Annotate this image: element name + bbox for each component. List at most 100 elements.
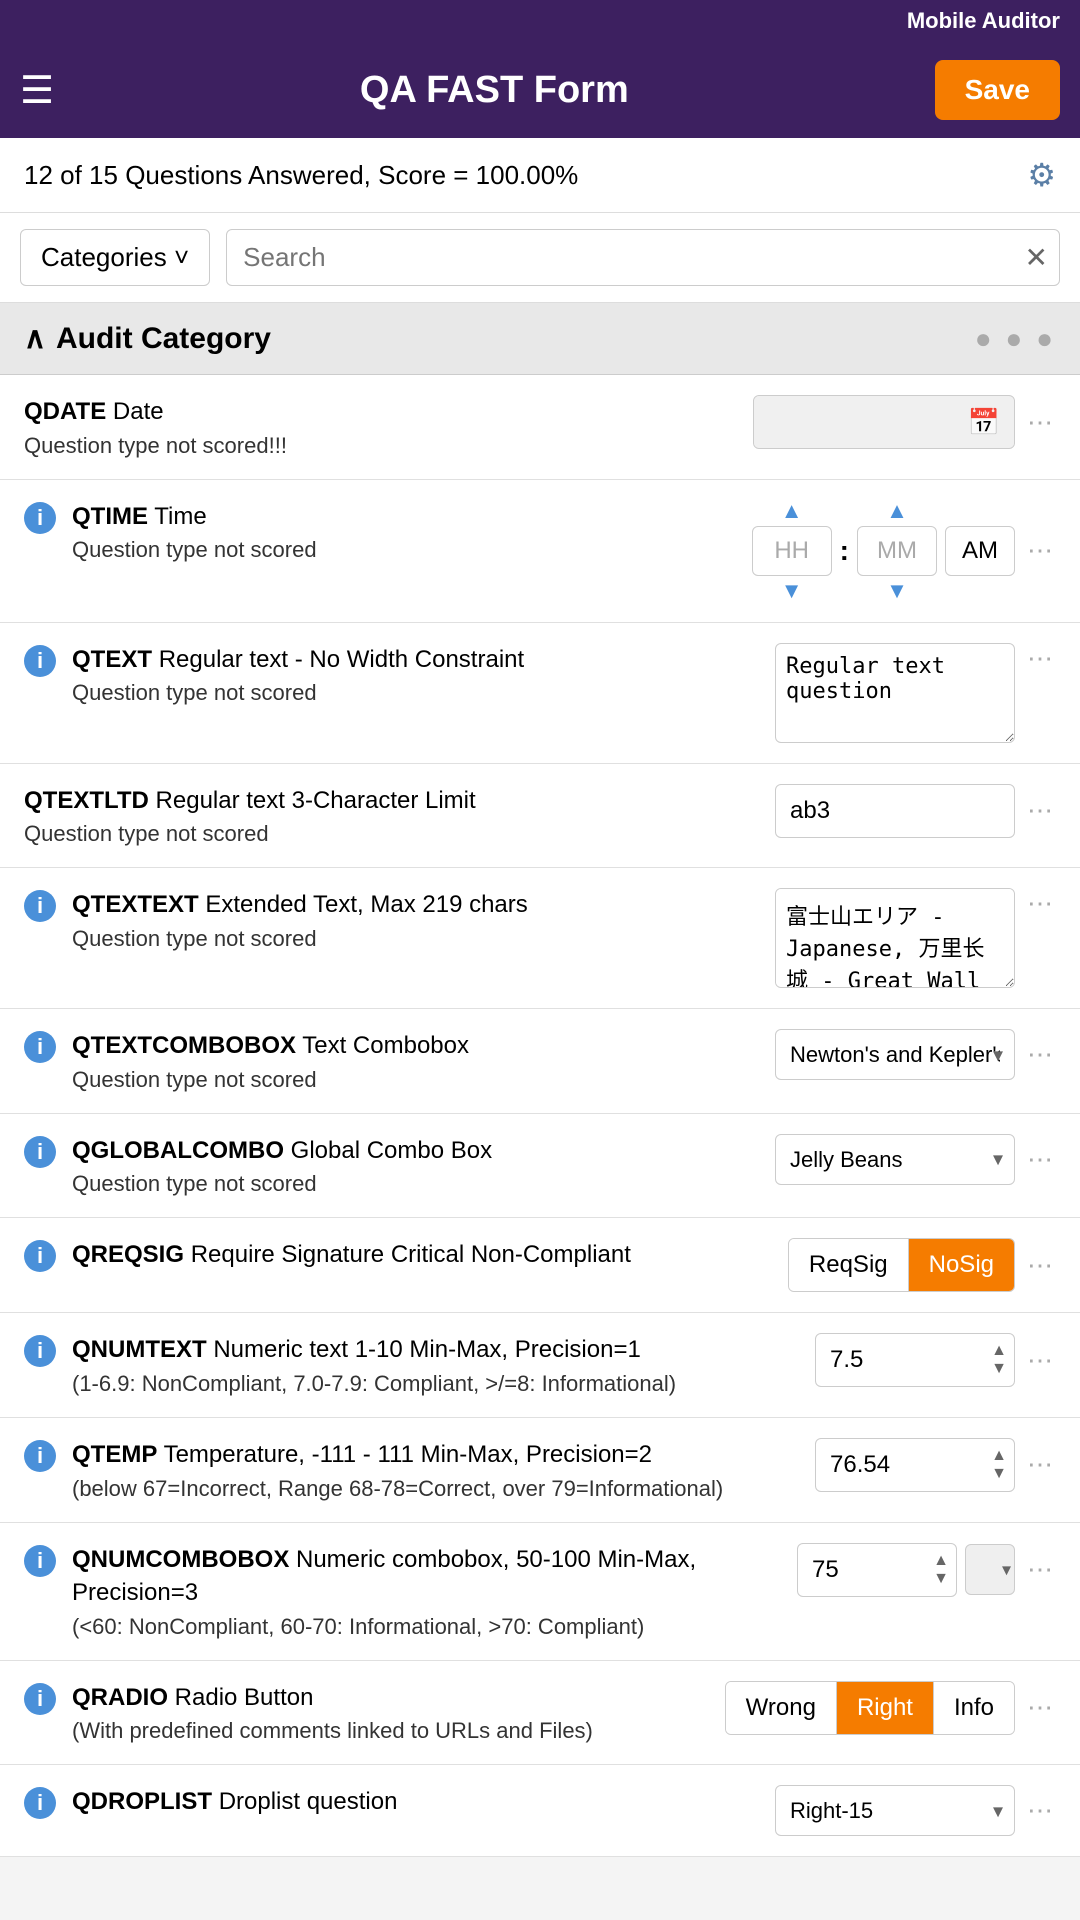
q5-info-icon[interactable]: i bbox=[24, 890, 56, 922]
q5-label: QTEXTEXT Extended Text, Max 219 chars bbox=[72, 888, 775, 922]
search-input[interactable] bbox=[226, 229, 1060, 286]
q1-calendar-icon[interactable]: 📅 bbox=[954, 397, 1014, 448]
q7-dots-menu[interactable]: ⋯ bbox=[1027, 1144, 1056, 1175]
question-row: i QTEMP Temperature, -111 - 111 Min-Max,… bbox=[0, 1418, 1080, 1523]
q9-numeric-input[interactable] bbox=[815, 1333, 1015, 1387]
q13-select[interactable]: Right-15 bbox=[775, 1785, 1015, 1836]
q12-dots-menu[interactable]: ⋯ bbox=[1027, 1692, 1056, 1723]
q2-ampm-button[interactable]: AM bbox=[945, 526, 1015, 576]
q11-dots-menu[interactable]: ⋯ bbox=[1027, 1554, 1056, 1585]
q12-info-icon[interactable]: i bbox=[24, 1683, 56, 1715]
q11-info-icon[interactable]: i bbox=[24, 1545, 56, 1577]
q7-select-wrap: Jelly Beans bbox=[775, 1134, 1015, 1185]
q2-time-control: ▲ ▼ : ▲ ▼ AM bbox=[752, 500, 1015, 602]
q8-reqsig-button[interactable]: ReqSig bbox=[789, 1239, 909, 1291]
q7-label-area: QGLOBALCOMBO Global Combo Box Question t… bbox=[72, 1134, 775, 1198]
q7-select[interactable]: Jelly Beans bbox=[775, 1134, 1015, 1185]
main-header: ☰ QA FAST Form Save bbox=[0, 42, 1080, 138]
q9-up-arrow[interactable]: ▲ bbox=[991, 1343, 1007, 1359]
q12-title: Radio Button bbox=[175, 1684, 314, 1711]
q1-full-row: QDATE Date Question type not scored!!! 📅… bbox=[24, 395, 1056, 459]
q11-combo-select[interactable] bbox=[965, 1544, 1015, 1595]
q10-label: QTEMP Temperature, -111 - 111 Min-Max, P… bbox=[72, 1438, 815, 1472]
q6-control: Newton's and Kepler's Laws ⋯ bbox=[775, 1029, 1056, 1080]
q1-label-area: QDATE Date Question type not scored!!! bbox=[24, 395, 753, 459]
q6-select-wrap: Newton's and Kepler's Laws bbox=[775, 1029, 1015, 1080]
q8-dots-menu[interactable]: ⋯ bbox=[1027, 1250, 1056, 1281]
q8-nosig-button[interactable]: NoSig bbox=[909, 1239, 1014, 1291]
q9-info-icon[interactable]: i bbox=[24, 1335, 56, 1367]
audit-category-header[interactable]: ∧ Audit Category ● ● ● bbox=[0, 303, 1080, 375]
q9-label: QNUMTEXT Numeric text 1-10 Min-Max, Prec… bbox=[72, 1333, 815, 1367]
q10-info-icon[interactable]: i bbox=[24, 1440, 56, 1472]
q2-hh-input[interactable] bbox=[752, 526, 832, 576]
q7-sub: Question type not scored bbox=[72, 1171, 775, 1197]
q6-info-icon[interactable]: i bbox=[24, 1031, 56, 1063]
q8-code: QREQSIG bbox=[72, 1241, 184, 1268]
q6-dots-menu[interactable]: ⋯ bbox=[1027, 1039, 1056, 1070]
q2-dots-menu[interactable]: ⋯ bbox=[1027, 535, 1056, 566]
q13-title: Droplist question bbox=[219, 1788, 398, 1815]
q10-dots-menu[interactable]: ⋯ bbox=[1027, 1449, 1056, 1480]
q10-up-arrow[interactable]: ▲ bbox=[991, 1448, 1007, 1464]
q10-numeric-input[interactable] bbox=[815, 1438, 1015, 1492]
q3-textarea[interactable]: Regular text question bbox=[775, 643, 1015, 743]
question-row: i QNUMTEXT Numeric text 1-10 Min-Max, Pr… bbox=[0, 1313, 1080, 1418]
question-row: i QNUMCOMBOBOX Numeric combobox, 50-100 … bbox=[0, 1523, 1080, 1661]
q2-mm-input[interactable] bbox=[857, 526, 937, 576]
q9-title: Numeric text 1-10 Min-Max, Precision=1 bbox=[213, 1336, 640, 1363]
q3-label: QTEXT Regular text - No Width Constraint bbox=[72, 643, 775, 677]
search-clear-icon[interactable]: ✕ bbox=[1025, 241, 1048, 274]
q3-dots-menu[interactable]: ⋯ bbox=[1027, 643, 1056, 674]
q10-down-arrow[interactable]: ▼ bbox=[991, 1466, 1007, 1482]
q7-title: Global Combo Box bbox=[291, 1137, 492, 1164]
q9-code: QNUMTEXT bbox=[72, 1336, 207, 1363]
q4-label-area: QTEXTLTD Regular text 3-Character Limit … bbox=[24, 784, 775, 848]
q12-right-button[interactable]: Right bbox=[837, 1682, 934, 1734]
q12-wrong-button[interactable]: Wrong bbox=[726, 1682, 837, 1734]
q13-dots-menu[interactable]: ⋯ bbox=[1027, 1795, 1056, 1826]
score-text: 12 of 15 Questions Answered, Score = 100… bbox=[24, 160, 578, 191]
q8-label-area: QREQSIG Require Signature Critical Non-C… bbox=[72, 1238, 788, 1272]
q12-info-button[interactable]: Info bbox=[934, 1682, 1014, 1734]
q6-select[interactable]: Newton's and Kepler's Laws bbox=[775, 1029, 1015, 1080]
gear-icon[interactable]: ⚙ bbox=[1027, 156, 1056, 194]
q4-dots-menu[interactable]: ⋯ bbox=[1027, 795, 1056, 826]
q11-code: QNUMCOMBOBOX bbox=[72, 1546, 289, 1573]
q2-info-icon[interactable]: i bbox=[24, 502, 56, 534]
q12-toggle-group: Wrong Right Info bbox=[725, 1681, 1015, 1735]
save-button[interactable]: Save bbox=[935, 60, 1060, 120]
category-dots-menu[interactable]: ● ● ● bbox=[975, 323, 1056, 355]
q11-up-arrow[interactable]: ▲ bbox=[933, 1553, 949, 1569]
q2-label: QTIME Time bbox=[72, 500, 752, 534]
q5-textarea[interactable]: 富士山エリア - Japanese, 万里长城 - Great Wall (of… bbox=[775, 888, 1015, 988]
q2-hh-up[interactable]: ▲ bbox=[781, 500, 803, 522]
q10-numeric-wrap: ▲ ▼ bbox=[815, 1438, 1015, 1492]
q11-label: QNUMCOMBOBOX Numeric combobox, 50-100 Mi… bbox=[72, 1543, 797, 1610]
q1-dots-menu[interactable]: ⋯ bbox=[1027, 407, 1056, 438]
categories-button[interactable]: Categories ˅ bbox=[20, 229, 210, 286]
q13-info-icon[interactable]: i bbox=[24, 1787, 56, 1819]
q12-label: QRADIO Radio Button bbox=[72, 1681, 725, 1715]
q7-info-icon[interactable]: i bbox=[24, 1136, 56, 1168]
q4-text-input[interactable] bbox=[775, 784, 1015, 838]
q12-code: QRADIO bbox=[72, 1684, 168, 1711]
q2-label-area: QTIME Time Question type not scored bbox=[72, 500, 752, 564]
collapse-icon[interactable]: ∧ bbox=[24, 321, 46, 356]
q2-mm-down[interactable]: ▼ bbox=[886, 580, 908, 602]
q5-dots-menu[interactable]: ⋯ bbox=[1027, 888, 1056, 919]
q9-dots-menu[interactable]: ⋯ bbox=[1027, 1345, 1056, 1376]
q3-info-icon[interactable]: i bbox=[24, 645, 56, 677]
q11-arrows: ▲ ▼ bbox=[933, 1553, 949, 1587]
q1-date-input[interactable] bbox=[754, 396, 954, 448]
q11-down-arrow[interactable]: ▼ bbox=[933, 1571, 949, 1587]
q8-info-icon[interactable]: i bbox=[24, 1240, 56, 1272]
question-row: i QTIME Time Question type not scored ▲ … bbox=[0, 480, 1080, 623]
q2-hh-down[interactable]: ▼ bbox=[781, 580, 803, 602]
q2-mm-up[interactable]: ▲ bbox=[886, 500, 908, 522]
q8-full-row: QREQSIG Require Signature Critical Non-C… bbox=[72, 1238, 1056, 1292]
q9-down-arrow[interactable]: ▼ bbox=[991, 1361, 1007, 1377]
q6-code: QTEXTCOMBOBOX bbox=[72, 1032, 296, 1059]
menu-icon[interactable]: ☰ bbox=[20, 68, 54, 113]
q1-code: QDATE bbox=[24, 398, 106, 425]
